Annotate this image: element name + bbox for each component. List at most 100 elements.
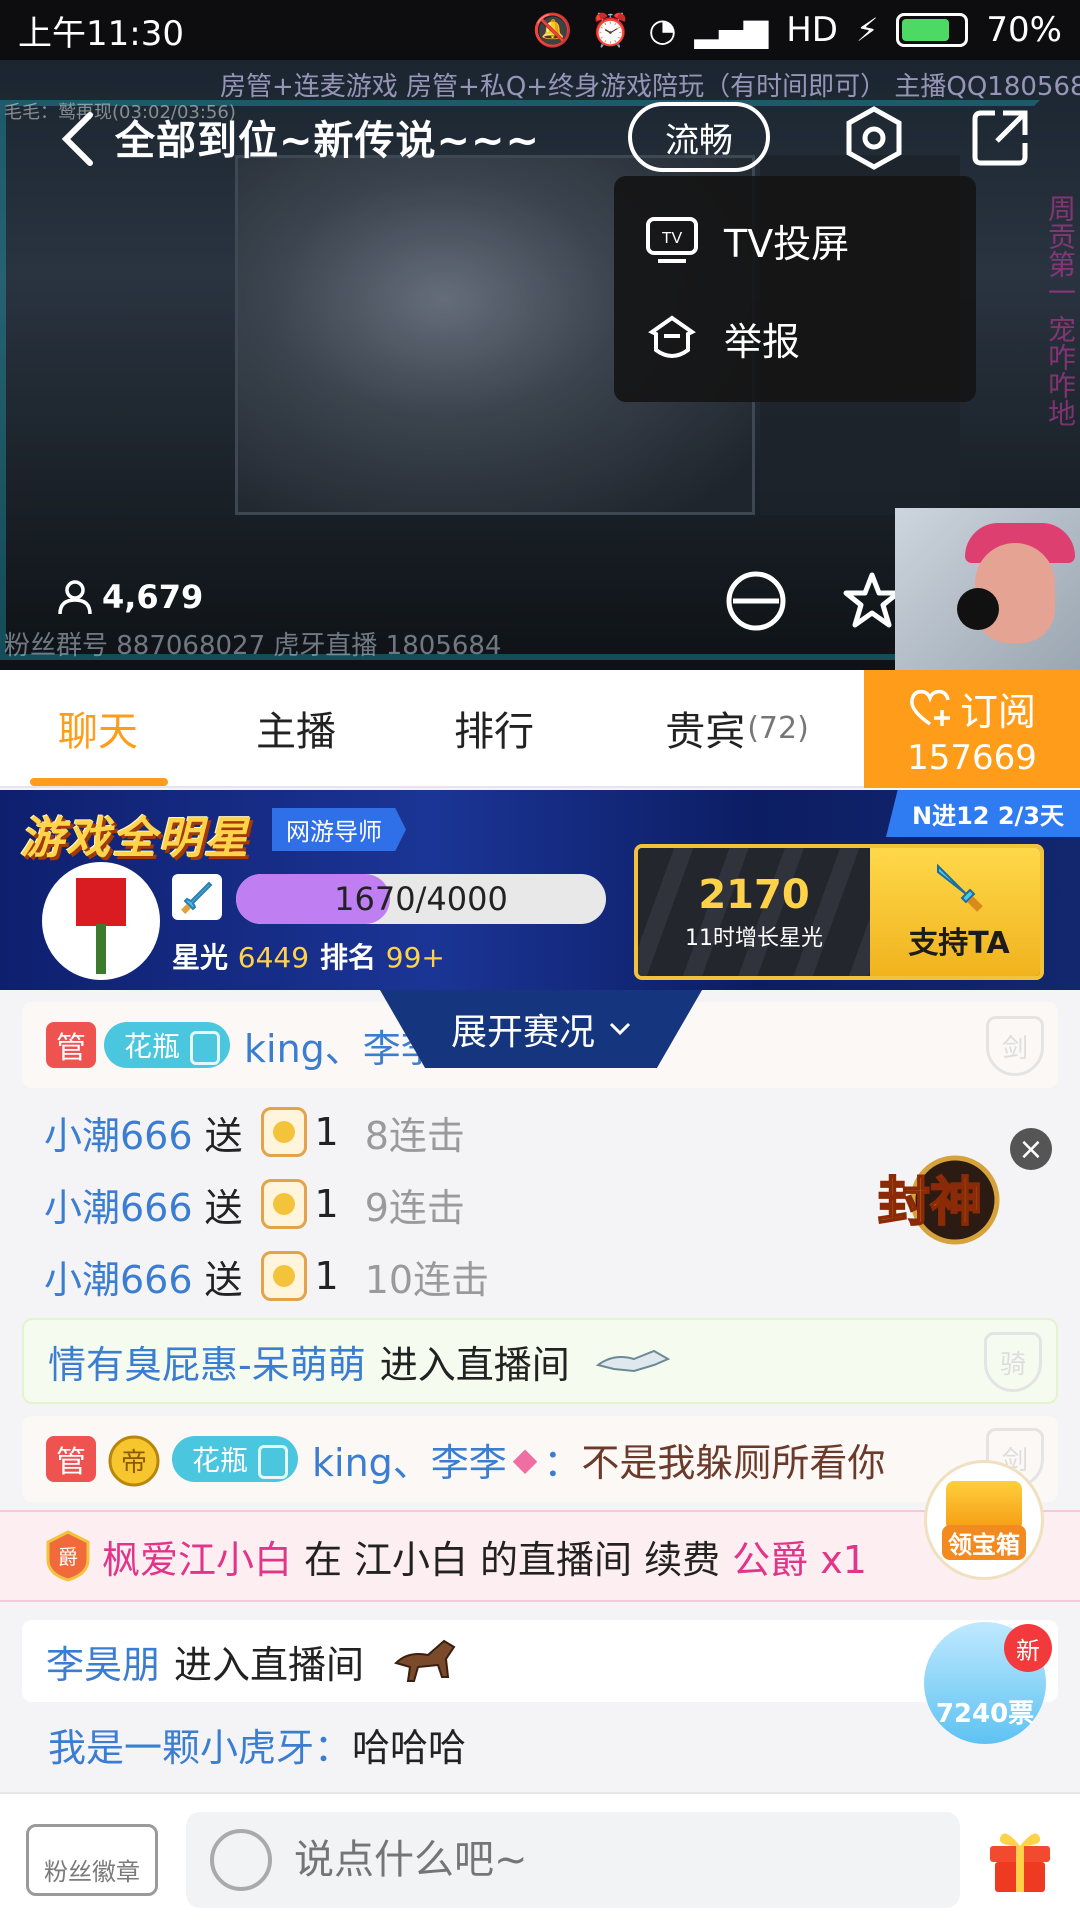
growth-card: 2170 11时增长星光 支持TA: [634, 844, 1044, 980]
back-arrow-icon: [61, 112, 93, 166]
chat-username[interactable]: 情有臭屁惠-呆萌萌: [48, 1334, 366, 1389]
gift-qty: 1: [314, 1182, 339, 1226]
fan-badge: 花瓶: [104, 1022, 231, 1068]
settings-icon: [846, 106, 902, 170]
rank-stat: 排名 99+: [320, 941, 445, 974]
tab-host[interactable]: 主播: [196, 670, 396, 786]
chevron-down-icon: [609, 1022, 631, 1036]
expand-match-button[interactable]: 展开赛况: [380, 990, 702, 1068]
share-icon: [972, 110, 1028, 166]
menu-item-label: TV投屏: [724, 221, 850, 266]
sword-icon: [937, 863, 983, 912]
streamer-avatar[interactable]: [42, 862, 160, 980]
gift-message: 小潮666 送 1 9连击: [44, 1174, 465, 1234]
chat-text: 不是我躲厕所看你: [581, 1440, 886, 1485]
subscribe-label: 订阅: [959, 689, 1036, 734]
tab-ranking[interactable]: 排行: [396, 670, 592, 786]
viewer-count-value: 4,679: [102, 578, 204, 616]
tab-active-indicator: [30, 778, 168, 786]
admin-badge: 管: [46, 1436, 96, 1482]
chat-input[interactable]: [294, 1837, 894, 1883]
fan-badge: 花瓶: [172, 1436, 299, 1482]
battery-label: 70%: [986, 10, 1062, 50]
gift-combo: 8连击: [364, 1113, 465, 1158]
growth-value: 2170: [698, 872, 810, 918]
treasure-chest-icon: [946, 1480, 1022, 1531]
star-stat: 星光 6449: [172, 941, 310, 974]
bottom-bar: 粉丝徽章: [0, 1792, 1080, 1920]
room-title: 全部到位~新传说~~~: [115, 118, 541, 164]
chat-username[interactable]: 我是一颗小虎牙: [48, 1717, 314, 1772]
wifi-icon: ◔: [648, 11, 677, 49]
back-button[interactable]: [48, 104, 108, 174]
admin-badge: 管: [46, 1022, 96, 1068]
charging-icon: ⚡: [855, 11, 879, 49]
close-ad-button[interactable]: ×: [1010, 1128, 1052, 1170]
enter-message: 情有臭屁惠-呆萌萌 进入直播间 骑: [22, 1318, 1058, 1404]
horse-mount-icon: [394, 1639, 456, 1682]
gift-qty: 1: [314, 1110, 339, 1154]
player-menu: TV TV投屏 举报: [614, 176, 976, 402]
tab-chat[interactable]: 聊天: [0, 670, 196, 786]
star-value: 6449: [237, 941, 310, 974]
menu-item-tv-cast[interactable]: TV TV投屏: [642, 200, 962, 280]
gift-icon[interactable]: [986, 1824, 1054, 1894]
noble-renew-notice[interactable]: 爵 枫爱江小白 在 江小白 的直播间 续费 公爵 x1: [0, 1510, 1080, 1602]
gift-message: 小潮666 送 1 10连击: [44, 1246, 489, 1306]
signal-icon: ▂▄▆: [694, 11, 769, 49]
medal-icon: 帝: [108, 1435, 160, 1487]
chat-input-box[interactable]: [186, 1812, 960, 1908]
chat-username[interactable]: 小潮666: [44, 1105, 193, 1160]
diamond-icon: ◆: [512, 1440, 538, 1478]
chat-username[interactable]: king、李李: [312, 1432, 507, 1487]
enter-message: 李昊朋 进入直播间: [22, 1620, 1058, 1702]
emoji-icon[interactable]: [210, 1829, 272, 1891]
network-label: HD: [786, 10, 838, 50]
tv-icon: TV: [642, 210, 702, 270]
gift-qty: 1: [314, 1254, 339, 1298]
noble-shield-icon: 剑: [986, 1016, 1044, 1076]
gift-combo: 9连击: [364, 1185, 465, 1230]
event-tag: 网游导师: [272, 808, 406, 851]
gift-bag-icon: [260, 1107, 307, 1157]
sword-icon: [172, 874, 222, 920]
event-stage-badge: N进12 2/3天: [885, 790, 1080, 837]
status-bar: 上午11:30 🔕 ⏰ ◔ ▂▄▆ HD ⚡ 70%: [0, 0, 1080, 60]
svg-text:帝: 帝: [121, 1448, 147, 1478]
alarm-icon: ⏰: [590, 11, 631, 49]
mute-icon: 🔕: [532, 11, 573, 49]
game-ad-logo[interactable]: 封神: [850, 1150, 1010, 1260]
settings-button[interactable]: [838, 102, 910, 174]
chat-username[interactable]: 枫爱江小白: [102, 1529, 292, 1584]
tab-vip-count: (72): [747, 710, 809, 746]
chat-message[interactable]: 管 帝 花瓶 king、李李 ◆ ： 不是我躲厕所看你 剑: [22, 1416, 1058, 1502]
treasure-label: 领宝箱: [942, 1524, 1026, 1560]
rank-value: 99+: [385, 941, 445, 974]
subscribe-count: 157669: [907, 737, 1037, 778]
chat-username[interactable]: 李昊朋: [46, 1634, 160, 1689]
support-button[interactable]: 支持TA: [870, 848, 1040, 976]
heart-plus-icon: [910, 689, 950, 726]
chat-message[interactable]: 我是一颗小虎牙 ： 哈哈哈: [48, 1714, 466, 1774]
chat-username[interactable]: 小潮666: [44, 1249, 193, 1304]
event-banner[interactable]: 游戏全明星 网游导师 N进12 2/3天 1670/4000 星光 6449 排…: [0, 790, 1080, 990]
tab-vip[interactable]: 贵宾 (72): [612, 670, 862, 786]
gift-bag-icon: [260, 1179, 307, 1229]
barrage-toggle-button[interactable]: [720, 565, 792, 637]
quality-button[interactable]: 流畅: [628, 102, 770, 172]
fans-badge-label: 粉丝徽章: [44, 1858, 140, 1886]
treasure-box-button[interactable]: 领宝箱: [924, 1460, 1044, 1580]
share-button[interactable]: [964, 102, 1036, 174]
gift-bag-icon: [260, 1251, 307, 1301]
chat-username[interactable]: 小潮666: [44, 1177, 193, 1232]
wolf-mount-icon: [595, 1349, 670, 1373]
gift-message: 小潮666 送 1 8连击: [44, 1102, 465, 1162]
chat-text: 哈哈哈: [352, 1725, 467, 1770]
event-logo: 游戏全明星: [20, 813, 250, 864]
menu-item-report[interactable]: 举报: [642, 298, 962, 378]
fans-badge-button[interactable]: 粉丝徽章: [26, 1824, 158, 1896]
ad-label: 封神: [878, 1173, 982, 1233]
growth-label: 11时增长星光: [685, 926, 823, 951]
gift-combo: 10连击: [364, 1257, 490, 1302]
subscribe-button[interactable]: 订阅 157669: [864, 670, 1080, 788]
